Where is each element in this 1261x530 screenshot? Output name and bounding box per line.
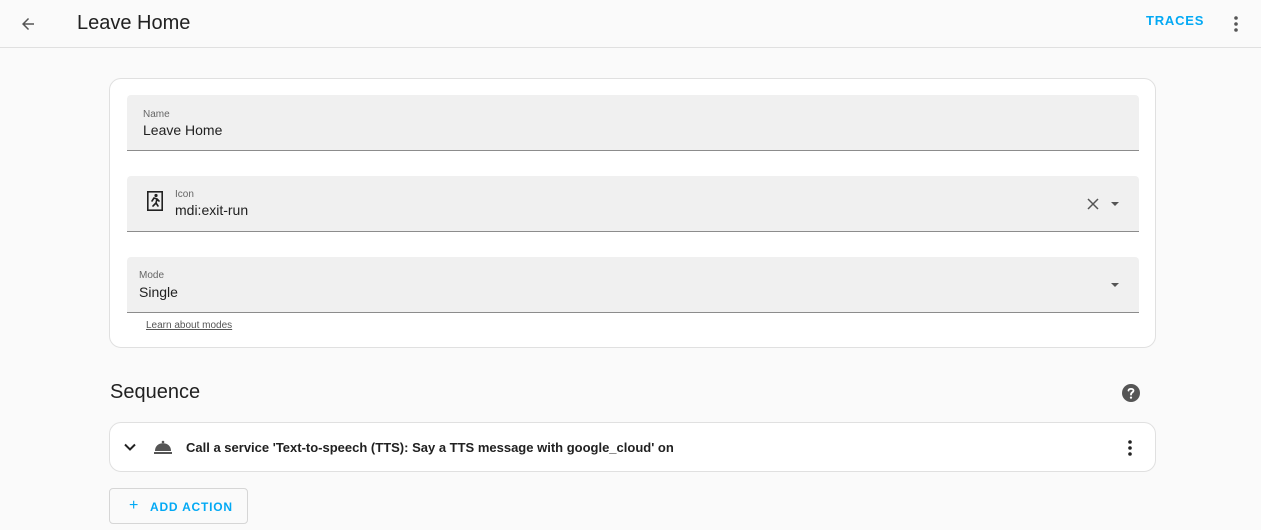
mode-select[interactable]: Mode Single xyxy=(127,257,1139,313)
name-field[interactable]: Name Leave Home xyxy=(127,95,1139,151)
name-field-value[interactable]: Leave Home xyxy=(143,122,222,138)
page-title: Leave Home xyxy=(77,12,191,34)
learn-about-modes-link[interactable]: Learn about modes xyxy=(146,320,232,331)
chevron-down-icon[interactable] xyxy=(1109,279,1121,291)
action-row[interactable]: Call a service 'Text-to-speech (TTS): Sa… xyxy=(109,422,1156,472)
icon-field-label: Icon xyxy=(175,189,194,200)
mode-field-value[interactable]: Single xyxy=(139,284,178,300)
dots-vertical-icon[interactable] xyxy=(1122,436,1138,460)
overflow-menu-button[interactable] xyxy=(1224,8,1248,40)
add-action-label: ADD ACTION xyxy=(150,500,233,514)
back-button[interactable] xyxy=(12,8,44,40)
room-service-icon xyxy=(154,440,172,454)
add-action-button[interactable]: + ADD ACTION xyxy=(109,488,248,524)
exit-run-icon xyxy=(147,191,163,211)
action-description: Call a service 'Text-to-speech (TTS): Sa… xyxy=(186,440,674,455)
clear-icon[interactable] xyxy=(1085,196,1101,212)
chevron-down-icon[interactable] xyxy=(1109,198,1121,210)
icon-picker-field[interactable]: Icon mdi:exit-run xyxy=(127,176,1139,232)
sequence-heading: Sequence xyxy=(110,381,201,403)
automation-settings-card: Name Leave Home Icon mdi:exit-run Mode S… xyxy=(109,78,1156,348)
plus-icon: + xyxy=(129,497,139,514)
mode-field-label: Mode xyxy=(139,270,165,281)
icon-field-value[interactable]: mdi:exit-run xyxy=(175,202,248,218)
dots-vertical-icon xyxy=(1234,16,1238,32)
help-circle-icon[interactable] xyxy=(1121,383,1141,403)
traces-button[interactable]: TRACES xyxy=(1146,13,1204,28)
top-app-bar: Leave Home TRACES xyxy=(0,0,1261,48)
name-field-label: Name xyxy=(143,109,170,120)
arrow-left-icon xyxy=(22,18,34,30)
chevron-down-icon[interactable] xyxy=(123,440,137,454)
